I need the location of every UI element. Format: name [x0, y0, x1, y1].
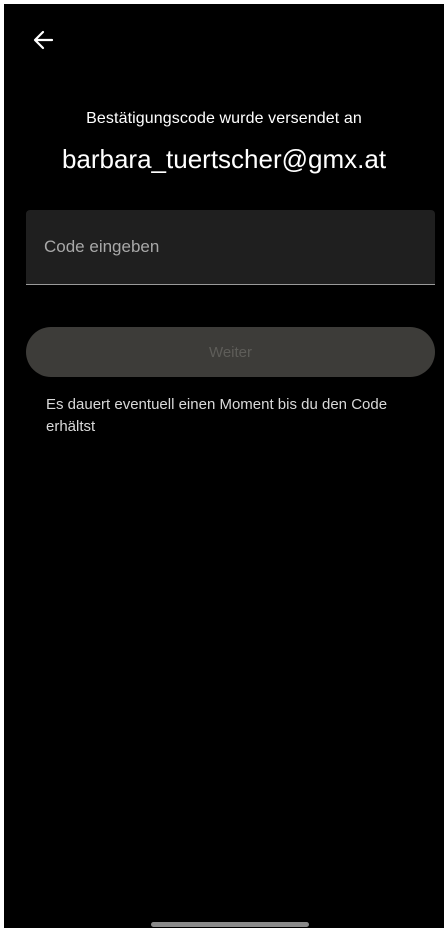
- arrow-left-icon: [33, 30, 54, 50]
- next-button[interactable]: Weiter: [26, 327, 435, 377]
- code-field[interactable]: [26, 210, 435, 285]
- back-button[interactable]: [30, 26, 58, 54]
- code-input[interactable]: [26, 210, 435, 284]
- confirmation-subtitle: Bestätigungscode wurde versendet an: [86, 110, 362, 127]
- delivery-hint: Es dauert eventuell einen Moment bis du …: [46, 396, 388, 435]
- recipient-email: barbara_tuertscher@gmx.at: [61, 144, 387, 174]
- home-indicator[interactable]: [151, 922, 309, 927]
- verification-screen: Bestätigungscode wurde versendet an barb…: [4, 4, 444, 928]
